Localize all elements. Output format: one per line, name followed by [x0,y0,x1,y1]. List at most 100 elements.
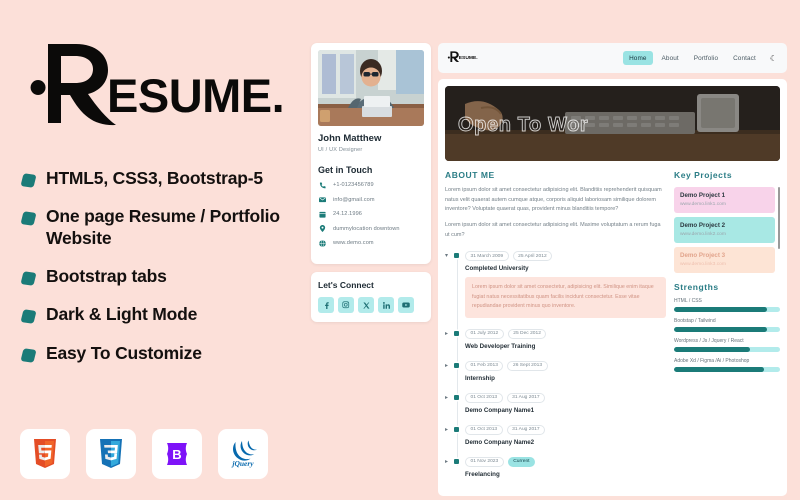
contact-item-email[interactable]: info@gmail.com [318,196,424,203]
chevron-right-icon[interactable]: ▸ [445,330,448,337]
navbar-logo[interactable]: ESUME. [447,49,481,67]
svg-text:B: B [172,447,181,462]
feature-item: Bootstrap tabs [20,266,307,287]
timeline-role: Internship [465,374,495,382]
nav-link-home[interactable]: Home [623,51,653,65]
jquery-icon: jQuery [218,429,268,479]
chevron-right-icon[interactable]: ▸ [445,458,448,465]
timeline-description: Lorem ipsum dolor sit amet consectetur, … [465,277,666,318]
timeline-start-date: 31 March 2009 [465,251,509,262]
contact-item-location[interactable]: dummylocation downtown [318,225,424,232]
profile-role: UI / UX Designer [318,146,363,153]
timeline-dot [454,253,459,259]
connect-card: Let's Connect [311,272,431,322]
key-projects-list[interactable]: Demo Project 1 www.demo.link1.com Demo P… [674,187,780,273]
feature-label: Dark & Light Mode [46,304,198,325]
linkedin-icon[interactable] [378,297,394,313]
timeline-item[interactable]: ▾ 31 March 2009 25 April 2012 Completed … [445,251,666,318]
skill-bar-fill [674,346,751,352]
timeline-start-date: 01 Oct 2013 [465,392,503,403]
timeline-item[interactable]: ▸ 01 Oct 2013 31 Aug 2017 Demo Company N… [445,424,666,446]
timeline-start-date: 01 Feb 2013 [465,360,504,371]
key-project-item[interactable]: Demo Project 3 www.demo.link3.com [674,247,775,273]
feature-list: HTML5, CSS3, Bootstrap-5 One page Resume… [20,168,307,381]
facebook-icon[interactable] [318,297,334,313]
chevron-right-icon[interactable]: ▸ [445,362,448,369]
css3-icon [86,429,136,479]
skill-bar-fill [674,306,768,312]
twitter-x-icon[interactable] [358,297,374,313]
preview-panel: John Matthew UI / UX Designer Get in Tou… [311,43,787,500]
chevron-right-icon[interactable]: ▸ [445,426,448,433]
bullet-icon [20,173,37,188]
feature-item: Easy To Customize [20,343,307,364]
skill-bar [674,326,780,332]
timeline-dot [454,458,459,464]
about-heading: ABOUT ME [445,170,495,180]
feature-item: Dark & Light Mode [20,304,307,325]
nav-link-portfolio[interactable]: Portfolio [688,51,724,65]
timeline-dates: 01 Oct 2013 31 Aug 2017 [465,424,666,435]
feature-item: One page Resume / Portfolio Website [20,206,307,249]
tech-badges: B jQuery [20,429,268,479]
timeline-end-date: 25 April 2012 [512,251,553,262]
key-project-link[interactable]: www.demo.link3.com [680,262,769,267]
skill-label: Adobe Xd / Figma /Ai / Photoshop [674,358,750,364]
timeline-item[interactable]: ▸ 01 Oct 2013 31 Aug 2017 Demo Company N… [445,392,666,414]
svg-text:ESUME.: ESUME. [459,55,479,61]
timeline-dates: 31 March 2009 25 April 2012 [465,251,666,262]
key-project-item[interactable]: Demo Project 1 www.demo.link1.com [674,187,775,213]
contact-item-birthday[interactable]: 24.12.1996 [318,211,424,218]
body-columns: ABOUT ME Lorem ipsum dolor sit amet cons… [445,170,780,489]
youtube-icon[interactable] [398,297,414,313]
browser-window: ESUME. Home About Portfolio Contact ☾ Op… [438,43,787,496]
nav-link-contact[interactable]: Contact [727,51,762,65]
contact-item-phone[interactable]: +1-0123456789 [318,181,424,189]
strengths-heading: Strengths [674,282,719,292]
nav-link-about[interactable]: About [656,51,685,65]
nav-links: Home About Portfolio Contact ☾ [623,51,777,65]
chevron-right-icon[interactable]: ▸ [445,394,448,401]
key-project-link[interactable]: www.demo.link1.com [680,202,769,207]
social-links [318,297,424,313]
skill-bar-fill [674,366,765,372]
timeline-current-badge: Current [507,456,536,467]
instagram-icon[interactable] [338,297,354,313]
feature-item: HTML5, CSS3, Bootstrap-5 [20,168,307,189]
timeline-dot [454,394,459,400]
skill-bar [674,366,780,372]
timeline: ▾ 31 March 2009 25 April 2012 Completed … [445,251,666,478]
contact-birthday-value: 24.12.1996 [333,211,362,217]
timeline-role: Completed University [465,265,529,273]
key-project-name: Demo Project 2 [680,222,726,229]
get-in-touch-heading: Get in Touch [318,164,373,175]
contact-item-website[interactable]: www.demo.com [318,239,424,247]
timeline-role: Demo Company Name2 [465,438,535,446]
skill-item: HTML / CSS [674,298,780,312]
profile-name: John Matthew [318,133,382,144]
timeline-item[interactable]: ▸ 01 Nov 2023 Current Freelancing [445,456,666,478]
hero-title: Open To Wor [458,114,589,137]
timeline-end-date: 25 Dec 2012 [507,328,547,339]
timeline-item[interactable]: ▸ 01 July 2012 25 Dec 2012 Web Developer… [445,328,666,350]
key-project-link[interactable]: www.demo.link2.com [680,232,769,237]
timeline-dot [454,330,459,336]
resume-logo: ESUME. [24,40,284,135]
contact-phone-value: +1-0123456789 [333,182,374,188]
moon-icon[interactable]: ☾ [770,54,777,63]
svg-text:ESUME.: ESUME. [107,69,284,122]
bullet-icon [20,211,37,227]
key-project-name: Demo Project 1 [680,192,726,199]
content-card: Open To Wor ABOUT ME Lorem ipsum dolor s… [438,79,787,496]
key-project-item[interactable]: Demo Project 2 www.demo.link2.com [674,217,775,243]
hero-banner: Open To Wor [445,86,780,161]
contact-email-value: info@gmail.com [333,196,375,203]
about-section: ABOUT ME Lorem ipsum dolor sit amet cons… [445,170,666,489]
skill-label: HTML / CSS [674,298,702,304]
key-project-name: Demo Project 3 [680,252,726,259]
timeline-dates: 01 Nov 2023 Current [465,456,666,467]
chevron-down-icon[interactable]: ▾ [445,252,448,259]
timeline-item[interactable]: ▸ 01 Feb 2013 26 Sept 2013 Internship [445,360,666,382]
location-icon [318,225,327,232]
feature-label: One page Resume / Portfolio Website [46,206,280,248]
